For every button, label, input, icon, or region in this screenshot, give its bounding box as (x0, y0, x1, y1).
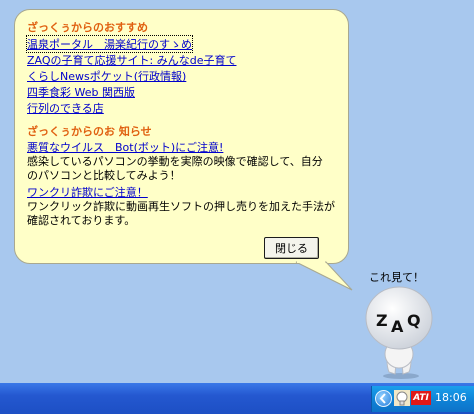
zaq-mascot-icon[interactable]: Z A Q (355, 282, 445, 380)
svg-text:Q: Q (407, 311, 421, 330)
svg-text:A: A (391, 317, 404, 336)
recommend-heading: ざっくぅからのおすすめ (27, 21, 148, 34)
link-shiki-shokusai[interactable]: 四季食彩 Web 関西版 (27, 84, 135, 100)
zaq-tray-icon[interactable] (394, 390, 410, 406)
link-onsen-portal[interactable]: 温泉ポータル 湯楽紀行のすゝめ (26, 35, 193, 53)
link-one-click-fraud[interactable]: ワンクリ詐欺にご注意！ (27, 184, 148, 200)
link-bot-virus[interactable]: 悪質なウイルス Bot(ボット)にご注意! (27, 139, 223, 155)
notice1-text-line1: 感染しているパソコンの挙動を実際の映像で確認して、自分 (27, 155, 323, 168)
notice2-text-line1: ワンクリック詐欺に動画再生ソフトの押し売りを加えた手法が (27, 200, 335, 213)
notice1-text-line2: のパソコンと比較してみよう！ (27, 169, 181, 182)
notice2-text-line2: 確認されております。 (27, 214, 136, 227)
svg-text:Z: Z (376, 311, 388, 330)
link-gyoretsu[interactable]: 行列のできる店 (27, 100, 104, 116)
close-button[interactable]: 閉じる (264, 237, 319, 259)
link-kurashi-news[interactable]: くらしNewsポケット(行政情報) (27, 68, 186, 84)
ati-tray-icon[interactable]: ATI (411, 391, 431, 405)
notice-heading: ざっくぅからのお 知らせ (27, 125, 152, 138)
show-hidden-icons-arrow-icon[interactable] (375, 390, 392, 407)
clock[interactable]: 18:06 (435, 391, 467, 404)
link-kosodate[interactable]: ZAQの子育て応援サイト: みんなde子育て (27, 52, 236, 68)
